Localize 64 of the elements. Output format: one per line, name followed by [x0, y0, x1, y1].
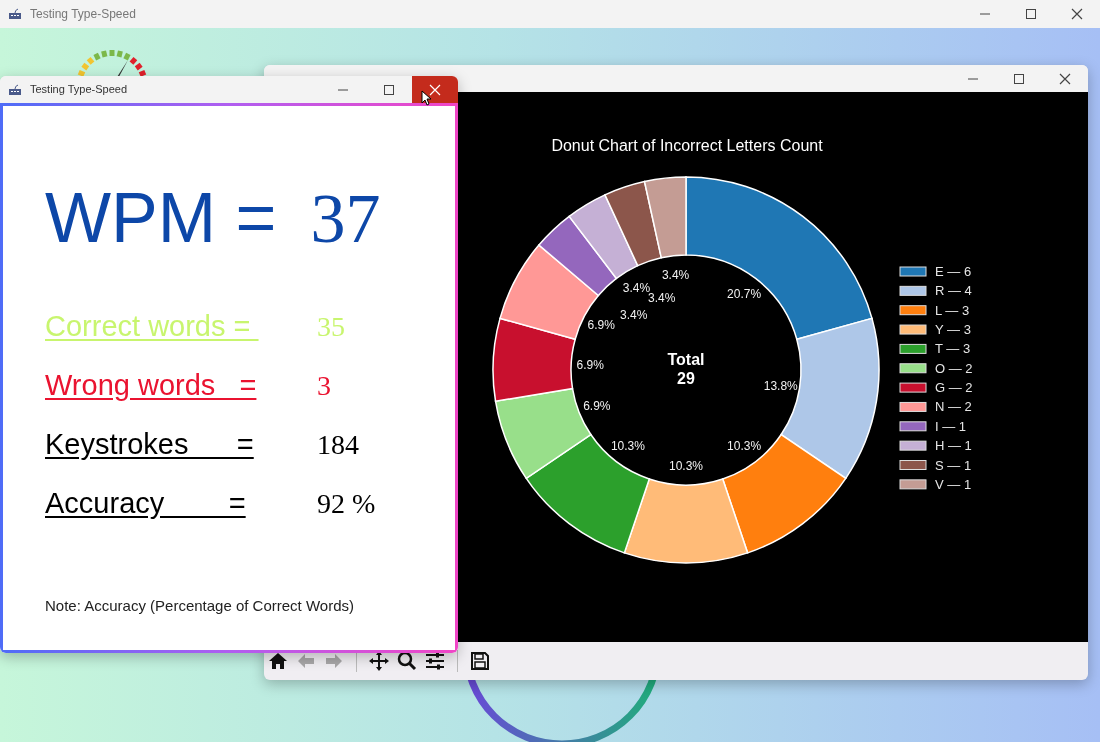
wpm-label: WPM = — [45, 178, 277, 259]
legend-swatch — [899, 305, 927, 316]
stat-label: Accuracy = — [45, 485, 247, 521]
legend-swatch — [899, 460, 927, 470]
maximize-icon[interactable] — [383, 83, 395, 96]
legend-swatch — [899, 363, 927, 374]
legend-swatch — [899, 343, 927, 354]
stat-value: 92 % — [317, 486, 376, 521]
stat-label: Keystrokes = — [45, 426, 255, 462]
keyboard-icon — [8, 83, 22, 96]
legend-swatch — [899, 440, 927, 451]
value-label: 3.4% — [620, 307, 648, 322]
window-title: Testing Type-Speed — [30, 82, 128, 98]
value-label: 3.4% — [648, 291, 676, 305]
stat-value: 3 — [317, 368, 331, 403]
maximize-icon[interactable] — [1013, 72, 1025, 85]
note-text: Note: Accuracy (Percentage of Correct Words) — [45, 596, 355, 616]
legend-swatch — [899, 401, 927, 412]
value-label: 3.4% — [661, 267, 690, 282]
value-label: 6.9% — [576, 357, 604, 372]
legend-swatch — [899, 421, 927, 432]
legend-swatch — [899, 479, 927, 490]
center-label: Total — [667, 351, 705, 368]
legend-label: T — 3 — [935, 341, 971, 357]
value-label: 13.8% — [763, 378, 798, 393]
value-label: 6.9% — [587, 318, 615, 333]
legend-label: L — 3 — [935, 302, 970, 318]
close-icon[interactable] — [1059, 72, 1071, 85]
legend-label: R — 4 — [935, 283, 972, 299]
value-label: 10.3% — [727, 439, 762, 454]
legend-swatch — [899, 382, 927, 393]
search-icon[interactable] — [397, 651, 417, 671]
value-label: 20.7% — [727, 286, 762, 301]
legend-swatch — [899, 285, 927, 296]
stat-value: 35 — [317, 309, 345, 344]
stat-value: 184 — [317, 427, 359, 462]
legend-label: V — 1 — [935, 476, 972, 492]
legend-label: S — 1 — [935, 457, 972, 473]
value-label: 10.3% — [610, 439, 645, 454]
legend-label: G — 2 — [935, 380, 973, 396]
legend-label: O — 2 — [935, 360, 973, 376]
home-icon[interactable] — [268, 651, 288, 671]
window-title: Testing Type-Speed — [30, 6, 136, 23]
legend-swatch — [899, 266, 927, 277]
wpm-value: 37 — [310, 179, 381, 259]
chart-title: Donut Chart of Incorrect Letters Count — [551, 137, 823, 154]
value-label: 10.3% — [669, 459, 703, 473]
close-icon[interactable] — [1071, 8, 1083, 20]
legend-swatch — [899, 324, 927, 335]
close-button[interactable] — [412, 76, 458, 103]
stat-label: Correct words = — [45, 308, 252, 344]
close-icon — [429, 83, 441, 96]
legend-label: H — 1 — [935, 438, 972, 454]
stat-label: Wrong words = — [45, 367, 258, 403]
legend-label: E — 6 — [935, 264, 972, 279]
legend-label: N — 2 — [935, 399, 972, 415]
value-label: 6.9% — [583, 398, 611, 413]
maximize-icon[interactable] — [1025, 8, 1037, 20]
center-label: 29 — [677, 370, 695, 387]
keyboard-icon — [8, 8, 22, 20]
sliders-icon[interactable] — [425, 651, 445, 671]
legend-label: Y — 3 — [935, 322, 971, 338]
legend-label: I — 1 — [935, 418, 967, 434]
move-icon[interactable] — [369, 651, 389, 671]
